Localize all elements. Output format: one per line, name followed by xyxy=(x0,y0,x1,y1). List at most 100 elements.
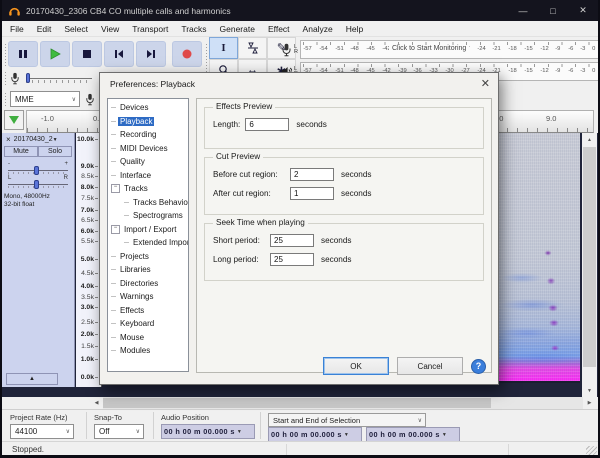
tree-item[interactable]: Devices xyxy=(108,101,188,115)
selection-tool[interactable]: I xyxy=(209,37,238,59)
tree-item[interactable]: Spectrograms xyxy=(108,209,188,223)
frequency-label: 0.0k xyxy=(81,374,98,381)
timeline-options-button[interactable] xyxy=(4,110,24,130)
resize-grip[interactable] xyxy=(586,446,597,455)
before-cut-input[interactable] xyxy=(290,168,334,181)
pause-button[interactable] xyxy=(8,41,38,67)
pan-slider[interactable]: LR xyxy=(8,175,68,189)
skip-to-start-button[interactable] xyxy=(104,41,134,67)
menu-item[interactable]: View xyxy=(101,24,119,34)
menu-item[interactable]: Analyze xyxy=(303,24,333,34)
meter-tick-label: -6 xyxy=(567,67,574,74)
mixer-grip[interactable] xyxy=(4,71,7,85)
length-label: Length: xyxy=(213,120,241,129)
tree-item[interactable]: Tracks xyxy=(108,182,188,196)
frequency-label: 7.5k xyxy=(81,195,98,202)
mute-button[interactable]: Mute xyxy=(4,146,38,157)
selection-format-select[interactable]: Start and End of Selection ∨ xyxy=(268,413,426,427)
tree-item[interactable]: Import / Export xyxy=(108,223,188,237)
dialog-titlebar[interactable]: Preferences: Playback ✕ xyxy=(100,73,498,97)
scroll-up-icon[interactable]: ▲ xyxy=(582,133,597,146)
after-cut-input[interactable] xyxy=(290,187,334,200)
monitoring-prompt[interactable]: Click to Start Monitoring xyxy=(388,45,470,52)
audio-host-select[interactable]: MME ∨ xyxy=(10,91,80,107)
tree-item[interactable]: Modules xyxy=(108,344,188,358)
stop-button[interactable] xyxy=(72,41,102,67)
track-close-button[interactable]: × xyxy=(3,135,14,144)
audio-position-field[interactable]: 00 h 00 m 00.000 s ▼ xyxy=(161,424,255,439)
selection-end-field[interactable]: 00 h 00 m 00.000 s ▼ xyxy=(366,427,460,442)
device-grip[interactable] xyxy=(4,92,7,106)
length-input[interactable] xyxy=(245,118,290,131)
snap-to-select[interactable]: Off ∨ xyxy=(94,424,144,439)
minimize-button[interactable]: — xyxy=(508,0,538,21)
scroll-left-icon[interactable]: ◀ xyxy=(90,397,103,409)
recording-volume-thumb[interactable] xyxy=(26,72,30,83)
tree-item[interactable]: Projects xyxy=(108,250,188,264)
track-collapse-button[interactable]: ▲ xyxy=(6,373,58,385)
menu-item[interactable]: Edit xyxy=(37,24,52,34)
toolbar-grip[interactable] xyxy=(4,43,7,67)
project-rate-select[interactable]: 44100 ∨ xyxy=(10,424,74,439)
chevron-down-icon: ∨ xyxy=(417,417,422,424)
tree-item[interactable]: Directories xyxy=(108,277,188,291)
vertical-scrollbar[interactable]: ▲ ▼ xyxy=(582,133,597,397)
cancel-button[interactable]: Cancel xyxy=(397,357,463,375)
vertical-scrollbar-thumb[interactable] xyxy=(583,147,596,367)
recording-meter-toolbar[interactable]: LR -57-54-51-48-45-42-39-36-33-30-27-24-… xyxy=(281,39,598,60)
tree-item[interactable]: Warnings xyxy=(108,290,188,304)
menu-item[interactable]: Generate xyxy=(220,24,255,34)
record-button[interactable] xyxy=(172,41,202,67)
tree-item[interactable]: Extended Import xyxy=(108,236,188,250)
scroll-right-icon[interactable]: ▶ xyxy=(583,397,596,409)
frequency-label: 8.5k xyxy=(81,173,98,180)
meter-tick-label: -15 xyxy=(524,67,533,74)
frequency-label: 6.0k xyxy=(81,228,98,235)
skip-to-end-button[interactable] xyxy=(136,41,166,67)
menu-item[interactable]: Transport xyxy=(132,24,168,34)
recording-volume-slider[interactable] xyxy=(26,72,92,83)
tree-item[interactable]: MIDI Devices xyxy=(108,142,188,156)
microphone-icon xyxy=(282,43,291,56)
track-format: Mono, 48000Hz xyxy=(4,193,50,200)
menu-item[interactable]: Tracks xyxy=(181,24,206,34)
scroll-down-icon[interactable]: ▼ xyxy=(582,384,597,397)
long-period-input[interactable] xyxy=(270,253,314,266)
maximize-button[interactable]: □ xyxy=(538,0,568,21)
tree-item[interactable]: Tracks Behaviors xyxy=(108,196,188,210)
menu-item[interactable]: File xyxy=(10,24,24,34)
close-button[interactable]: ✕ xyxy=(568,0,598,21)
pan-slider-thumb[interactable] xyxy=(34,180,39,189)
menu-item[interactable]: Help xyxy=(346,24,363,34)
tree-item[interactable]: Effects xyxy=(108,304,188,318)
seek-time-group: Seek Time when playing Short period: sec… xyxy=(204,218,484,281)
dropdown-icon: ▼ xyxy=(343,431,349,438)
selection-start-field[interactable]: 00 h 00 m 00.000 s ▼ xyxy=(268,427,362,442)
help-button[interactable]: ? xyxy=(471,358,486,374)
unit-label: seconds xyxy=(341,189,372,198)
tree-item[interactable]: Keyboard xyxy=(108,317,188,331)
tree-item[interactable]: Quality xyxy=(108,155,188,169)
ok-button[interactable]: OK xyxy=(323,357,389,375)
envelope-tool[interactable] xyxy=(238,37,267,59)
menu-item[interactable]: Select xyxy=(64,24,88,34)
solo-button[interactable]: Solo xyxy=(38,146,72,157)
tree-item[interactable]: Playback xyxy=(108,115,188,129)
menu-item[interactable]: Effect xyxy=(268,24,290,34)
short-period-input[interactable] xyxy=(270,234,314,247)
dialog-close-button[interactable]: ✕ xyxy=(481,77,490,90)
tree-item[interactable]: Recording xyxy=(108,128,188,142)
tree-item[interactable]: Interface xyxy=(108,169,188,183)
recording-meter-scale[interactable]: -57-54-51-48-45-42-39-36-33-30-27-24-21-… xyxy=(299,40,598,59)
gain-slider[interactable]: - + xyxy=(8,161,68,175)
frequency-label: 3.0k xyxy=(81,304,98,311)
horizontal-scrollbar[interactable]: ◀ ▶ xyxy=(2,397,598,409)
gain-slider-thumb[interactable] xyxy=(34,166,39,175)
track-name-menu[interactable]: 20170430_2▼ xyxy=(14,136,73,143)
tree-item[interactable]: Libraries xyxy=(108,263,188,277)
horizontal-scrollbar-thumb[interactable] xyxy=(103,398,491,408)
play-button[interactable] xyxy=(40,41,70,67)
meter-tick-label: -9 xyxy=(555,45,561,52)
tree-item[interactable]: Mouse xyxy=(108,331,188,345)
meter-tick-label: -6 xyxy=(567,45,574,52)
